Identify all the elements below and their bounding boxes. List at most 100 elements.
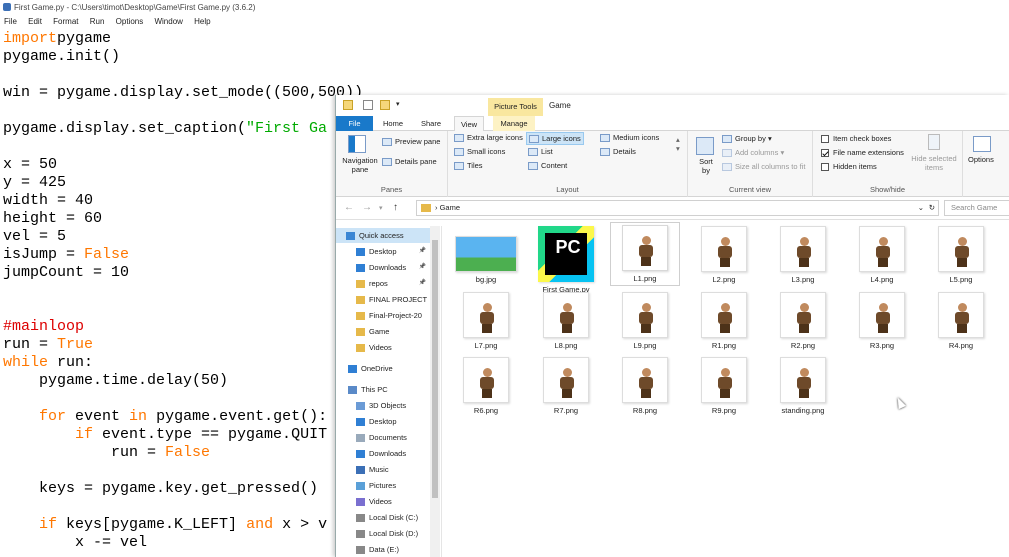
content-option[interactable]: Content [528, 161, 567, 171]
options-button[interactable]: Options [968, 155, 994, 164]
sort-by-button[interactable]: Sort by [696, 157, 716, 175]
layout-scroll-icon[interactable]: ▴ ▾ [676, 135, 680, 153]
recent-locations-icon[interactable]: ▾ [379, 204, 383, 212]
menu-help[interactable]: Help [194, 17, 210, 26]
file-item[interactable]: PC First Game.py [531, 226, 601, 294]
nav-item-videos[interactable]: Videos [336, 340, 430, 355]
file-item[interactable]: L4.png [847, 226, 917, 284]
file-item[interactable]: R4.png [926, 292, 996, 350]
nav-item-onedrive[interactable]: OneDrive [336, 361, 430, 376]
picture-tools-tab[interactable]: Picture Tools [488, 98, 543, 116]
tab-share[interactable]: Share [418, 116, 444, 131]
navigation-pane-button[interactable]: Navigation pane [340, 156, 380, 174]
nav-item-downloads[interactable]: Downloads [336, 446, 430, 461]
nav-item-final-project[interactable]: FINAL PROJECT [336, 292, 430, 307]
nav-scrollbar[interactable] [430, 226, 440, 557]
file-item[interactable]: R6.png [451, 357, 521, 415]
character-sprite [717, 237, 733, 267]
pin-icon[interactable]: 📌 [419, 276, 426, 291]
layout-group: Extra large icons Large icons Medium ico… [448, 131, 688, 197]
file-item[interactable]: L5.png [926, 226, 996, 284]
item-check-boxes-toggle[interactable]: Item check boxes [821, 134, 891, 144]
sprite-thumbnail [780, 357, 826, 403]
extra-large-icons-option[interactable]: Extra large icons [454, 133, 523, 143]
menu-format[interactable]: Format [53, 17, 78, 26]
layout-group-label: Layout [556, 185, 579, 194]
new-folder-icon[interactable] [380, 100, 390, 110]
scrollbar-thumb[interactable] [432, 240, 438, 498]
menu-edit[interactable]: Edit [28, 17, 42, 26]
file-item[interactable]: R2.png [768, 292, 838, 350]
file-item[interactable]: bg.jpg [451, 226, 521, 284]
add-columns-button[interactable]: Add columns ▾ [722, 148, 784, 158]
tab-manage[interactable]: Manage [493, 116, 535, 131]
nav-item-label: Downloads [369, 263, 407, 272]
menu-options[interactable]: Options [116, 17, 144, 26]
file-item[interactable]: R8.png [610, 357, 680, 415]
nav-item-final-project-20[interactable]: Final-Project-20 [336, 308, 430, 323]
code-editor[interactable]: importpygame pygame.init() win = pygame.di… [3, 30, 363, 552]
nav-item-documents[interactable]: Documents [336, 430, 430, 445]
refresh-icon[interactable]: ↻ [929, 201, 935, 215]
file-item[interactable]: L2.png [689, 226, 759, 284]
nav-item-game[interactable]: Game [336, 324, 430, 339]
file-item[interactable]: R7.png [531, 357, 601, 415]
tiles-option[interactable]: Tiles [454, 161, 483, 171]
file-item[interactable]: L8.png [531, 292, 601, 350]
nav-item-local-disk-c[interactable]: Local Disk (C:) [336, 510, 430, 525]
nav-item-music[interactable]: Music [336, 462, 430, 477]
menu-file[interactable]: File [4, 17, 17, 26]
nav-item-this-pc[interactable]: This PC [336, 382, 430, 397]
file-item[interactable]: L1.png [610, 222, 680, 286]
nav-item-pictures[interactable]: Pictures [336, 478, 430, 493]
size-columns-button[interactable]: Size all columns to fit [722, 162, 805, 172]
pin-icon[interactable]: 📌 [419, 260, 426, 275]
large-icons-option[interactable]: Large icons [526, 132, 584, 146]
forward-icon[interactable]: → [362, 202, 372, 213]
menu-run[interactable]: Run [90, 17, 105, 26]
tab-file[interactable]: File [336, 116, 373, 131]
address-dropdown-icon[interactable]: ⌄ [918, 201, 924, 215]
nav-item-local-disk-d[interactable]: Local Disk (D:) [336, 526, 430, 541]
search-input[interactable]: Search Game [944, 200, 1009, 216]
file-name: R8.png [632, 406, 658, 415]
list-option[interactable]: List [528, 147, 553, 157]
nav-item-downloads[interactable]: Downloads 📌 [336, 260, 430, 275]
up-icon[interactable]: ↑ [393, 202, 398, 213]
medium-icons-option[interactable]: Medium icons [600, 133, 659, 143]
code-text: height = 60 [3, 210, 103, 227]
nav-item-quick-access[interactable]: Quick access [336, 228, 430, 243]
nav-item-data-e[interactable]: Data (E:) [336, 542, 430, 557]
explorer-title: Game [549, 101, 571, 110]
nav-item-repos[interactable]: repos 📌 [336, 276, 430, 291]
address-field[interactable]: › Game ⌄ ↻ [416, 200, 939, 216]
nav-item-3d-objects[interactable]: 3D Objects [336, 398, 430, 413]
file-item[interactable]: R1.png [689, 292, 759, 350]
tab-home[interactable]: Home [380, 116, 406, 131]
nav-item-desktop[interactable]: Desktop 📌 [336, 244, 430, 259]
menu-window[interactable]: Window [154, 17, 182, 26]
file-item[interactable]: L3.png [768, 226, 838, 284]
code-text: x -= vel [3, 534, 148, 551]
file-name-extensions-toggle[interactable]: File name extensions [821, 148, 904, 158]
file-item[interactable]: L7.png [451, 292, 521, 350]
details-option[interactable]: Details [600, 147, 636, 157]
preview-pane-button[interactable]: Preview pane [382, 137, 440, 147]
hide-selected-items-button[interactable]: Hide selected items [909, 154, 959, 172]
nav-item-videos[interactable]: Videos [336, 494, 430, 509]
hidden-items-toggle[interactable]: Hidden items [821, 162, 877, 172]
nav-item-desktop[interactable]: Desktop [336, 414, 430, 429]
properties-icon[interactable] [363, 100, 373, 110]
file-item[interactable]: L9.png [610, 292, 680, 350]
file-item[interactable]: standing.png [768, 357, 838, 415]
pin-icon[interactable]: 📌 [419, 244, 426, 259]
small-icons-option[interactable]: Small icons [454, 147, 505, 157]
tab-view[interactable]: View [454, 116, 484, 131]
file-item[interactable]: R3.png [847, 292, 917, 350]
back-icon[interactable]: ← [344, 202, 354, 213]
file-item[interactable]: R9.png [689, 357, 759, 415]
details-pane-button[interactable]: Details pane [382, 157, 437, 167]
quick-access-dropdown-icon[interactable]: ▾ [396, 100, 400, 108]
group-by-button[interactable]: Group by ▾ [722, 134, 772, 144]
